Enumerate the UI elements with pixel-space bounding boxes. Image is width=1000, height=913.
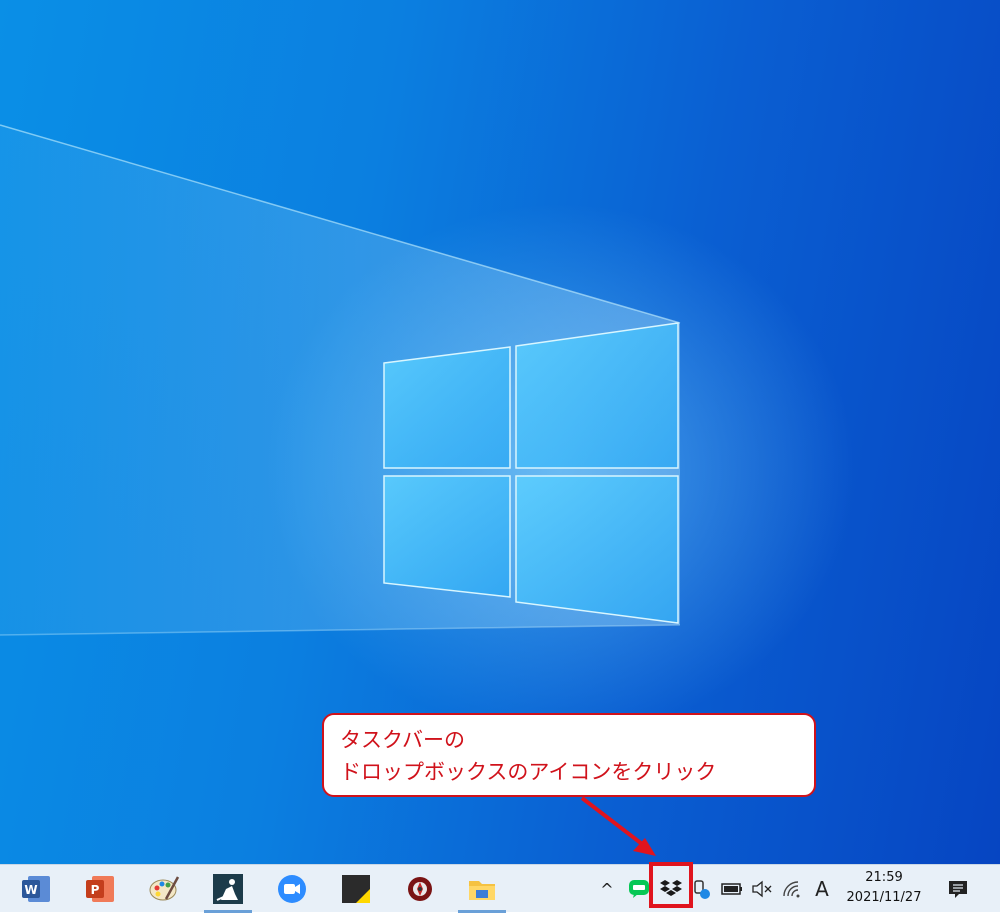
kindle-icon[interactable]	[204, 873, 252, 913]
dropbox-highlight-box	[649, 862, 693, 908]
svg-text:W: W	[24, 883, 37, 897]
show-hidden-icons-chevron[interactable]: ^	[596, 877, 618, 901]
svg-text:P: P	[91, 883, 100, 897]
taskbar: W P ^ A 21:59 2021/11/27	[0, 864, 1000, 913]
zoom-icon[interactable]	[276, 873, 308, 905]
clock-time[interactable]: 21:59	[836, 870, 932, 885]
instruction-callout: タスクバーの ドロップボックスのアイコンをクリック	[322, 713, 816, 797]
clock-date[interactable]: 2021/11/27	[836, 890, 932, 905]
ime-indicator[interactable]: A	[810, 877, 834, 901]
callout-line-2: ドロップボックスのアイコンをクリック	[340, 760, 717, 784]
word-icon[interactable]: W	[20, 873, 52, 905]
powerpoint-icon[interactable]: P	[84, 873, 116, 905]
speaker-muted-icon[interactable]	[750, 877, 774, 901]
callout-line-1: タスクバーの	[340, 728, 465, 752]
sticky-notes-icon[interactable]	[340, 873, 372, 905]
file-explorer-icon[interactable]	[458, 873, 506, 913]
notification-center-icon[interactable]	[944, 877, 972, 901]
desktop-wallpaper: タスクバーの ドロップボックスのアイコンをクリック	[0, 0, 1000, 864]
app-icon[interactable]	[404, 873, 436, 905]
line-icon[interactable]	[627, 877, 651, 901]
paint-icon[interactable]	[148, 873, 180, 905]
battery-icon[interactable]	[719, 877, 745, 901]
wifi-icon[interactable]	[780, 877, 806, 901]
usb-device-icon[interactable]	[690, 877, 714, 901]
